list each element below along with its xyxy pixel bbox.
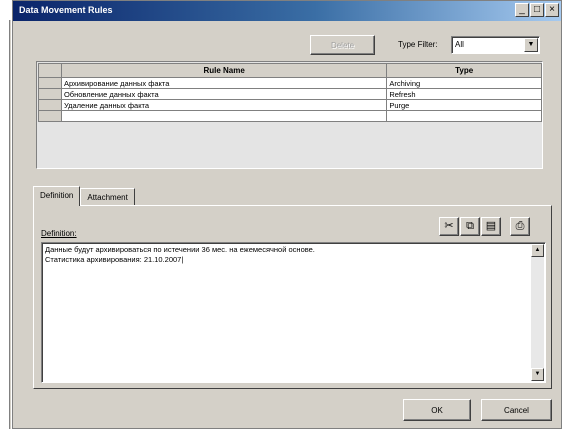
- close-button[interactable]: ×: [545, 3, 559, 17]
- table-row[interactable]: Архивирование данных факта Archiving: [38, 77, 542, 89]
- definition-line: Данные будут архивироваться по истечении…: [45, 245, 315, 254]
- type-filter-select[interactable]: All ▼: [451, 36, 540, 54]
- ok-button[interactable]: OK: [403, 399, 471, 421]
- rule-type-cell[interactable]: Archiving: [386, 77, 542, 89]
- rule-name-cell[interactable]: Обновление данных факта: [60, 88, 388, 100]
- table-row[interactable]: Удаление данных факта Purge: [38, 99, 542, 111]
- delete-button[interactable]: Delete: [310, 35, 375, 55]
- type-filter-label: Type Filter:: [398, 40, 438, 49]
- definition-label: Definition:: [41, 229, 77, 238]
- minimize-button[interactable]: _: [515, 3, 529, 17]
- window-title: Data Movement Rules: [19, 5, 113, 15]
- cut-icon[interactable]: ✂: [439, 217, 459, 236]
- row-header[interactable]: [38, 77, 62, 89]
- copy-icon[interactable]: ⧉: [460, 217, 480, 236]
- scroll-up-arrow-icon[interactable]: ▲: [531, 244, 544, 257]
- definition-line: Статистика архивирования: 21.10.2007|: [45, 255, 184, 264]
- rule-type-cell[interactable]: [386, 110, 542, 122]
- scroll-down-arrow-icon[interactable]: ▼: [531, 368, 544, 381]
- tab-attachment[interactable]: Attachment: [80, 188, 135, 206]
- row-header[interactable]: [38, 88, 62, 100]
- vertical-scrollbar[interactable]: ▲ ▼: [531, 244, 544, 381]
- paste-icon[interactable]: ▤: [481, 217, 501, 236]
- title-bar[interactable]: Data Movement Rules _ □ ×: [13, 1, 561, 21]
- rule-type-cell[interactable]: Purge: [386, 99, 542, 111]
- rule-type-cell[interactable]: Refresh: [386, 88, 542, 100]
- corner-header: [38, 63, 62, 78]
- background-window-edge: [0, 20, 12, 429]
- type-filter-value: All: [455, 40, 464, 49]
- tab-definition[interactable]: Definition: [33, 186, 81, 206]
- maximize-button[interactable]: □: [530, 3, 544, 17]
- rule-name-cell[interactable]: Архивирование данных факта: [60, 77, 388, 89]
- column-header-rule-name[interactable]: Rule Name: [60, 63, 388, 78]
- rule-name-cell[interactable]: Удаление данных факта: [60, 99, 388, 111]
- definition-textarea[interactable]: Данные будут архивироваться по истечении…: [41, 242, 546, 383]
- row-header[interactable]: [38, 99, 62, 111]
- tab-strip: Definition Attachment: [33, 186, 135, 206]
- rule-name-cell[interactable]: [60, 110, 388, 122]
- data-movement-rules-dialog: Data Movement Rules _ □ × Delete Type Fi…: [12, 0, 562, 429]
- row-header[interactable]: [38, 110, 62, 122]
- dropdown-arrow-icon[interactable]: ▼: [524, 38, 538, 52]
- column-header-type[interactable]: Type: [386, 63, 542, 78]
- preview-icon[interactable]: ⎙: [510, 217, 530, 236]
- cancel-button[interactable]: Cancel: [481, 399, 552, 421]
- rules-grid[interactable]: Rule Name Type Архивирование данных факт…: [36, 61, 543, 169]
- table-row[interactable]: [38, 110, 542, 122]
- table-row[interactable]: Обновление данных факта Refresh: [38, 88, 542, 100]
- rules-table: Rule Name Type Архивирование данных факт…: [38, 63, 542, 122]
